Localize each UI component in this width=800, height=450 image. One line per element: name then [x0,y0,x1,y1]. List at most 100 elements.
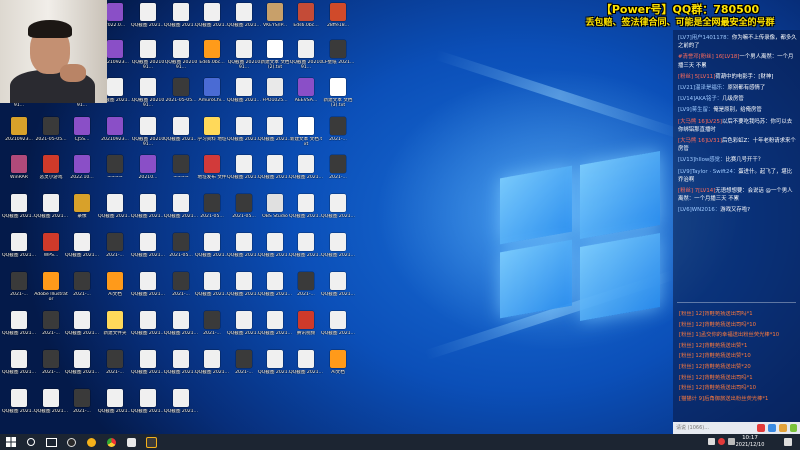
desktop-icon[interactable]: QQ截图 2021... [131,194,165,231]
emoji-icon[interactable] [757,424,765,432]
send-icon[interactable] [779,424,787,432]
desktop-icon[interactable]: QQ截图 2021091... [228,40,260,77]
desktop-icon[interactable]: QQ截图 2021... [65,311,99,348]
settings-icon[interactable] [790,424,797,432]
task-view-button[interactable] [42,434,60,450]
desktop-icon[interactable]: 恶灵小游戏 [36,155,66,192]
tray-up-icon[interactable] [708,438,715,445]
chat-username[interactable]: [LV7]用户1401178： [678,35,732,41]
desktop-icon[interactable]: 新建文本 文档.txt [290,117,322,154]
desktop-icon[interactable]: QQ截图 2021... [65,350,99,387]
desktop-icon[interactable]: 2021-... [291,272,321,309]
desktop-icon[interactable]: QQ截图 2021... [227,3,261,40]
chat-username[interactable]: [LV13]hllow感觉： [678,157,725,163]
desktop-icon[interactable]: 2021-05-05... [35,117,67,154]
desktop-icon[interactable]: 学习资料 地址 [197,117,227,154]
desktop-icon[interactable]: WinRAR [4,155,34,192]
desktop-icon[interactable]: 2021-... [166,272,196,309]
desktop-icon[interactable]: QQ截图 2021... [98,194,132,231]
chat-username[interactable]: [LV6]WN2016： [678,207,720,213]
desktop-icon[interactable]: QQ截图 2021... [289,233,323,270]
desktop-icon[interactable]: QQ截图 2021... [258,350,292,387]
desktop-icon[interactable]: QQ截图 2021091... [132,78,164,115]
desktop-icon[interactable]: QQ截图 2021... [227,117,261,154]
desktop-icon[interactable]: QQ截图 2021... [164,311,198,348]
desktop-icon[interactable]: 2021-... [36,311,66,348]
desktop-icon[interactable]: QQ截图 2021... [258,155,292,192]
search-button[interactable] [22,434,40,450]
desktop-icon[interactable]: AEEVSA... [291,78,321,115]
desktop-icon[interactable]: QQ截图 2021... [131,272,165,309]
desktop-icon[interactable]: QQ截图 2021... [258,117,292,154]
taskbar-app-g[interactable] [142,434,160,450]
taskbar-app-browser[interactable] [82,434,100,450]
desktop-icon[interactable]: QQ截图 2021... [164,389,198,426]
desktop-icon[interactable]: Ai文档 [100,272,130,309]
desktop-icon[interactable]: QQ截图 2021... [227,233,261,270]
taskbar-clock[interactable]: 10:17 2021/12/10 [730,434,770,450]
desktop-icon[interactable]: 2021-05... [229,194,259,231]
desktop-icon[interactable]: CJ5S... [67,117,97,154]
desktop-icon[interactable]: 2021-... [323,155,353,192]
desktop-icon[interactable]: QQ截图 2021... [131,389,165,426]
desktop-icon[interactable]: QQ截图 2021... [195,233,229,270]
desktop-icon[interactable]: QQ截图 2021... [321,233,355,270]
desktop-icon[interactable]: QQ截图 2021... [227,78,261,115]
desktop-icon[interactable]: QQ截图 2021... [131,311,165,348]
desktop-icon[interactable]: QQ截图 2021... [131,233,165,270]
desktop-icon[interactable]: QQ截图 2021... [34,389,68,426]
desktop-icon[interactable]: 2022.10... [67,155,97,192]
chat-username[interactable]: [LV21]温泽是福乐： [678,85,728,91]
desktop-icon[interactable]: QQ截图 2021... [2,389,36,426]
desktop-icon[interactable]: 2021-... [323,117,353,154]
gift-icon[interactable] [768,424,776,432]
chat-input[interactable]: 请说 (1066)... [673,422,800,434]
desktop-icon[interactable]: QQ截图 2021... [34,194,68,231]
desktop-icon[interactable]: QQ截图 2021091... [165,40,197,77]
desktop-icon[interactable]: 2021-05... [166,233,196,270]
desktop-icon[interactable]: QQ截图 2021... [227,311,261,348]
desktop-icon[interactable]: ~~~~ [166,155,196,192]
desktop-icon[interactable]: 2021-... [67,272,97,309]
desktop-icon[interactable]: QQ截图 2021... [2,311,36,348]
desktop-icon[interactable]: 2021-05-05... [165,78,197,115]
desktop-icon[interactable]: QQ截图 2021... [321,194,355,231]
desktop-icon[interactable]: QQ截图 2021... [131,350,165,387]
desktop-icon[interactable]: FPO1025... [260,78,290,115]
desktop-icon[interactable]: 录像 [67,194,97,231]
desktop-icon[interactable]: 20210... [133,155,163,192]
desktop-icon[interactable]: QQ截图 2021... [289,350,323,387]
desktop-icon[interactable]: Ai文档 [323,350,353,387]
desktop-icon[interactable]: AmuroChi... [197,78,227,115]
desktop-icon[interactable]: QQ截图 2021... [258,233,292,270]
taskbar-app-chrome[interactable] [102,434,120,450]
desktop-icon[interactable]: QQ截图 2021091... [132,40,164,77]
desktop-icon[interactable]: Eds6.0bc... [291,3,321,40]
desktop-icon[interactable]: QQ截图 2021... [164,350,198,387]
desktop-icon[interactable]: VKEYS/IP... [260,3,290,40]
desktop-icon[interactable]: WPS... [36,233,66,270]
taskbar-app-obs[interactable] [62,434,80,450]
desktop-icon[interactable]: QQ截图 2021... [195,3,229,40]
notification-icon[interactable] [784,438,792,446]
desktop-icon[interactable]: 新建文本 文档(2).txt [260,40,290,77]
desktop-icon[interactable]: 2021-05... [197,194,227,231]
desktop-icon[interactable]: 2021-... [229,350,259,387]
desktop-icon[interactable]: QQ截图 2021... [258,272,292,309]
desktop-icon[interactable]: 28ffe18... [323,3,353,40]
desktop-icon[interactable]: QQ截图 2021... [258,311,292,348]
desktop-icon[interactable]: QQ截图 2021... [164,194,198,231]
desktop-icon[interactable]: 2021-... [197,311,227,348]
desktop-icon[interactable]: 新建文本 文档(3).txt [323,78,353,115]
desktop-icon[interactable]: QQ截图 2021... [321,311,355,348]
desktop-icon[interactable]: 2021-... [100,233,130,270]
desktop-icon[interactable]: 2021-... [100,350,130,387]
desktop-icon[interactable]: QQ截图 2021... [195,272,229,309]
desktop-icon[interactable]: Eds6.0bc... [197,40,227,77]
desktop-icon[interactable]: QQ截图 2021... [195,350,229,387]
desktop-icon[interactable]: QQ截图 2021... [2,194,36,231]
desktop-icon[interactable]: QQ截图 2021... [2,233,36,270]
desktop-icon[interactable]: 腾讯视频 [291,311,321,348]
desktop-icon[interactable]: 2021-... [36,350,66,387]
desktop-icon[interactable]: QQ截图 2021... [65,233,99,270]
